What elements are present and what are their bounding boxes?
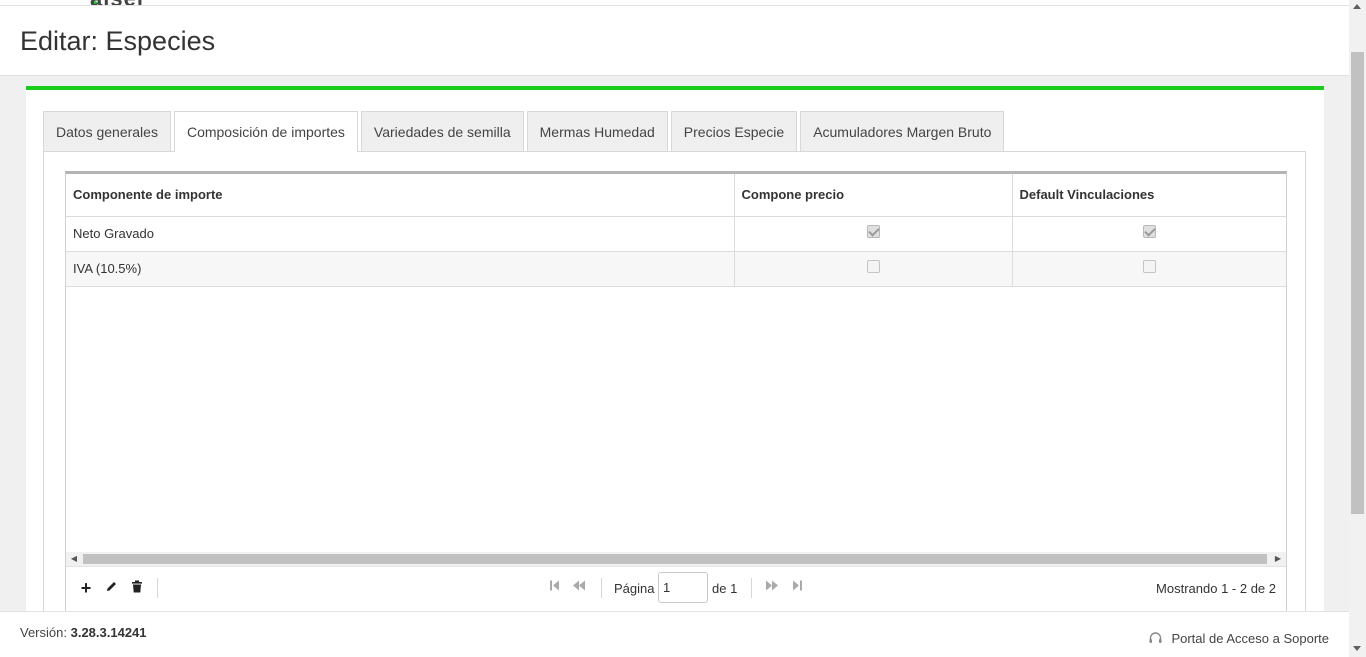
data-grid: Componente de importe Compone precio Def… — [65, 171, 1287, 622]
support-portal-link[interactable]: Portal de Acceso a Soporte — [1148, 631, 1329, 646]
column-header-componente[interactable]: Componente de importe — [66, 174, 735, 217]
scroll-down-icon[interactable] — [1353, 646, 1361, 651]
edit-panel: Datos generales Composición de importes … — [26, 86, 1324, 622]
default-vinculaciones-checkbox[interactable] — [1142, 260, 1156, 274]
tab-mermas-humedad[interactable]: Mermas Humedad — [526, 111, 668, 151]
page-footer: Versión: 3.28.3.14241 Portal de Acceso a… — [0, 611, 1349, 657]
vertical-scroll-thumb[interactable] — [1351, 52, 1364, 514]
horizontal-scroll-thumb[interactable] — [83, 554, 1267, 564]
column-header-default-vinculaciones[interactable]: Default Vinculaciones — [1012, 174, 1286, 217]
compone-precio-checkbox[interactable] — [866, 225, 880, 239]
page-header: Editar: Especies — [0, 6, 1349, 76]
version-number: 3.28.3.14241 — [70, 625, 147, 640]
table-row[interactable]: IVA (10.5%) — [66, 251, 1286, 287]
version-info: Versión: 3.28.3.14241 — [20, 625, 147, 640]
table-row[interactable]: Neto Gravado — [66, 216, 1286, 252]
tab-precios-especie[interactable]: Precios Especie — [670, 111, 798, 151]
add-icon[interactable]: + — [78, 579, 94, 597]
tab-datos-generales[interactable]: Datos generales — [43, 111, 171, 151]
toolbar-divider — [157, 578, 158, 598]
tab-bar: Datos generales Composición de importes … — [43, 107, 1007, 152]
tab-composicion-importes[interactable]: Composición de importes — [173, 111, 358, 152]
last-page-icon[interactable] — [792, 580, 802, 594]
cell-default-vinculaciones — [1012, 251, 1286, 287]
support-link-label[interactable]: Portal de Acceso a Soporte — [1171, 631, 1329, 646]
delete-icon[interactable] — [129, 580, 145, 596]
tab-variedades-semilla[interactable]: Variedades de semilla — [360, 111, 524, 151]
cell-componente: Neto Gravado — [66, 216, 735, 252]
previous-page-icon[interactable] — [573, 580, 586, 594]
compone-precio-checkbox[interactable] — [866, 260, 880, 274]
page-number-input[interactable] — [658, 572, 708, 603]
tab-content: Componente de importe Compone precio Def… — [43, 151, 1306, 622]
scroll-right-icon[interactable]: ▶ — [1273, 554, 1283, 564]
grid-table: Componente de importe Compone precio Def… — [66, 174, 1286, 287]
default-vinculaciones-checkbox[interactable] — [1142, 225, 1156, 239]
edit-icon[interactable] — [103, 580, 119, 596]
scroll-left-icon[interactable]: ◀ — [69, 554, 79, 564]
scroll-up-icon[interactable] — [1353, 4, 1361, 9]
cell-componente: IVA (10.5%) — [66, 251, 735, 287]
first-page-icon[interactable] — [550, 580, 560, 594]
headset-icon — [1148, 631, 1163, 646]
vertical-scrollbar[interactable] — [1349, 0, 1366, 657]
horizontal-scrollbar[interactable]: ◀ ▶ — [66, 552, 1286, 566]
page-title: Editar: Especies — [20, 26, 216, 56]
cell-compone-precio — [734, 216, 1013, 252]
tab-acumuladores-margen-bruto[interactable]: Acumuladores Margen Bruto — [800, 111, 1005, 151]
pager-divider — [751, 578, 752, 598]
grid-header-row: Componente de importe Compone precio Def… — [66, 174, 1286, 217]
next-page-icon[interactable] — [765, 580, 778, 594]
page-count-label: de 1 — [712, 581, 738, 596]
showing-count: Mostrando 1 - 2 de 2 — [1156, 581, 1276, 596]
column-header-compone-precio[interactable]: Compone precio — [734, 174, 1013, 217]
pager-divider — [601, 578, 602, 598]
page-label: Página — [614, 581, 655, 596]
cell-compone-precio — [734, 251, 1013, 287]
version-label: Versión: — [20, 625, 67, 640]
cell-default-vinculaciones — [1012, 216, 1286, 252]
grid-toolbar: + Página de 1 — [66, 566, 1286, 612]
